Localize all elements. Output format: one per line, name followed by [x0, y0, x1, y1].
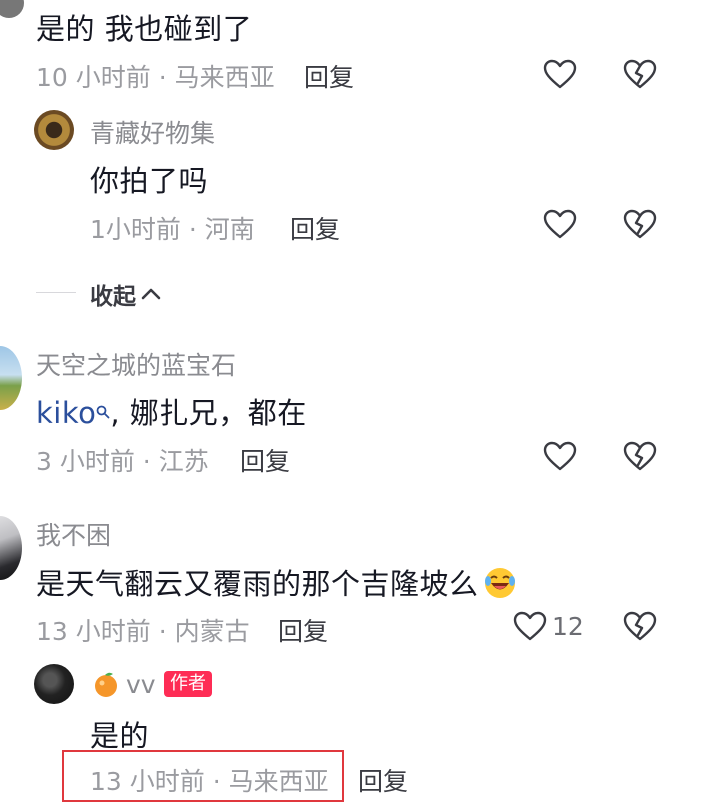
comment-meta: 10 小时前 · 马来西亚: [36, 63, 275, 92]
reply-button[interactable]: 回复: [290, 210, 340, 246]
avatar[interactable]: [0, 0, 24, 18]
laughing-emoji-icon: [483, 566, 517, 607]
comment-meta: 1小时前 · 河南: [90, 215, 255, 244]
dislike-icon[interactable]: [620, 206, 660, 242]
avatar[interactable]: [0, 346, 22, 410]
reply-button[interactable]: 回复: [358, 762, 408, 798]
collapse-label: 收起: [90, 284, 136, 310]
avatar[interactable]: [0, 516, 22, 580]
search-icon: [96, 392, 110, 426]
username[interactable]: vv: [126, 670, 156, 699]
like-icon[interactable]: [540, 56, 580, 92]
reply-button[interactable]: 回复: [304, 58, 354, 94]
dislike-icon[interactable]: [620, 608, 660, 644]
reply-button[interactable]: 回复: [278, 612, 328, 648]
comment-text: 是天气翻云又覆雨的那个吉隆坡么: [36, 561, 517, 607]
chevron-up-icon: [140, 286, 162, 302]
username[interactable]: 青藏好物集: [90, 114, 215, 150]
like-icon[interactable]: [540, 438, 580, 474]
like-icon[interactable]: [540, 206, 580, 242]
username[interactable]: 天空之城的蓝宝石: [36, 346, 236, 382]
comment-text: 是的 我也碰到了: [36, 12, 253, 46]
orange-emoji-icon: [92, 670, 120, 702]
avatar[interactable]: [34, 664, 74, 704]
username[interactable]: 我不困: [36, 516, 111, 552]
like-count: 12: [552, 612, 584, 641]
comment-text-body: , 娜扎兄，都在: [110, 396, 307, 430]
comment-meta: 13 小时前 · 内蒙古: [36, 617, 250, 646]
avatar[interactable]: [34, 110, 74, 150]
mention-link[interactable]: kiko: [36, 396, 96, 430]
comment-meta: 13 小时前 · 马来西亚: [90, 767, 329, 796]
author-badge: 作者: [164, 671, 212, 697]
reply-button[interactable]: 回复: [240, 442, 290, 478]
collapse-button[interactable]: 收起: [90, 277, 162, 311]
comment-text: 你拍了吗: [90, 164, 209, 198]
comment-text-body: 是天气翻云又覆雨的那个吉隆坡么: [36, 567, 479, 601]
comment-text: 是的: [90, 719, 150, 753]
dislike-icon[interactable]: [620, 438, 660, 474]
collapse-divider: [36, 292, 76, 293]
comment-meta: 3 小时前 · 江苏: [36, 447, 209, 476]
comment-text: kiko , 娜扎兄，都在: [36, 390, 307, 432]
like-icon[interactable]: [510, 608, 550, 644]
dislike-icon[interactable]: [620, 56, 660, 92]
